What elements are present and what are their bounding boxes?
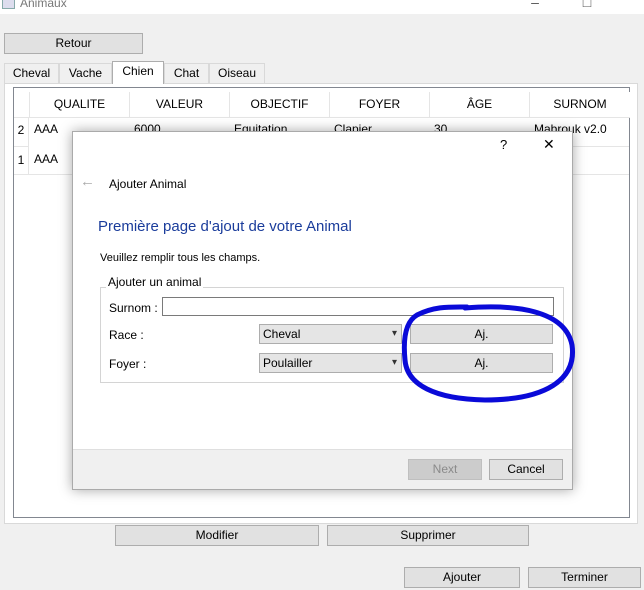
page-title: Première page d'ajout de votre Animal [98, 218, 352, 235]
surnom-label: Surnom : [109, 301, 158, 315]
column-header-foyer[interactable]: FOYER [330, 92, 430, 118]
group-title: Ajouter un animal [106, 275, 204, 289]
row-divider [573, 146, 629, 147]
add-button[interactable]: Ajouter [404, 567, 520, 588]
row-header[interactable]: 2 [14, 118, 29, 146]
finish-button[interactable]: Terminer [528, 567, 641, 588]
window-title: Animaux [20, 0, 67, 10]
close-icon[interactable]: ✕ [543, 136, 555, 153]
foyer-label: Foyer : [109, 357, 147, 371]
maximize-icon[interactable]: □ [577, 0, 597, 10]
annotation-circle [401, 304, 575, 403]
tab-vache[interactable]: Vache [59, 63, 112, 83]
column-header-objectif[interactable]: OBJECTIF [230, 92, 330, 118]
dialog-footer-divider [73, 449, 572, 450]
app-icon [2, 0, 15, 9]
row-header[interactable]: 1 [14, 146, 29, 174]
cancel-button[interactable]: Cancel [489, 459, 563, 480]
tab-cheval[interactable]: Cheval [4, 63, 59, 83]
delete-button[interactable]: Supprimer [327, 525, 529, 546]
column-header-valeur[interactable]: VALEUR [130, 92, 230, 118]
wizard-title: Ajouter Animal [109, 177, 187, 191]
back-button[interactable]: Retour [4, 33, 143, 54]
foyer-select-value: Poulailler [263, 356, 313, 370]
race-label: Race : [109, 328, 144, 342]
minimize-icon[interactable]: – [525, 0, 545, 10]
page-subtitle: Veuillez remplir tous les champs. [100, 252, 261, 264]
cell-qualite[interactable]: AAA [30, 122, 58, 136]
race-select-value: Cheval [263, 327, 301, 341]
modify-button[interactable]: Modifier [115, 525, 319, 546]
tab-chat[interactable]: Chat [164, 63, 209, 83]
column-header-surnom[interactable]: SURNOM [530, 92, 630, 118]
window-titlebar [0, 0, 644, 14]
column-header-qualite[interactable]: QUALITE [30, 92, 130, 118]
back-arrow-icon[interactable]: ← [80, 173, 95, 190]
dialog-titlebar [73, 132, 572, 160]
next-button[interactable]: Next [408, 459, 482, 480]
cell-qualite[interactable]: AAA [30, 152, 58, 166]
tab-chien[interactable]: Chien [112, 61, 164, 84]
race-select[interactable]: Cheval ▾ [259, 324, 402, 344]
help-icon[interactable]: ? [500, 137, 507, 152]
column-header-age[interactable]: ÂGE [430, 92, 530, 118]
table-corner [14, 92, 30, 118]
foyer-select[interactable]: Poulailler ▾ [259, 353, 402, 373]
tab-oiseau[interactable]: Oiseau [209, 63, 265, 83]
